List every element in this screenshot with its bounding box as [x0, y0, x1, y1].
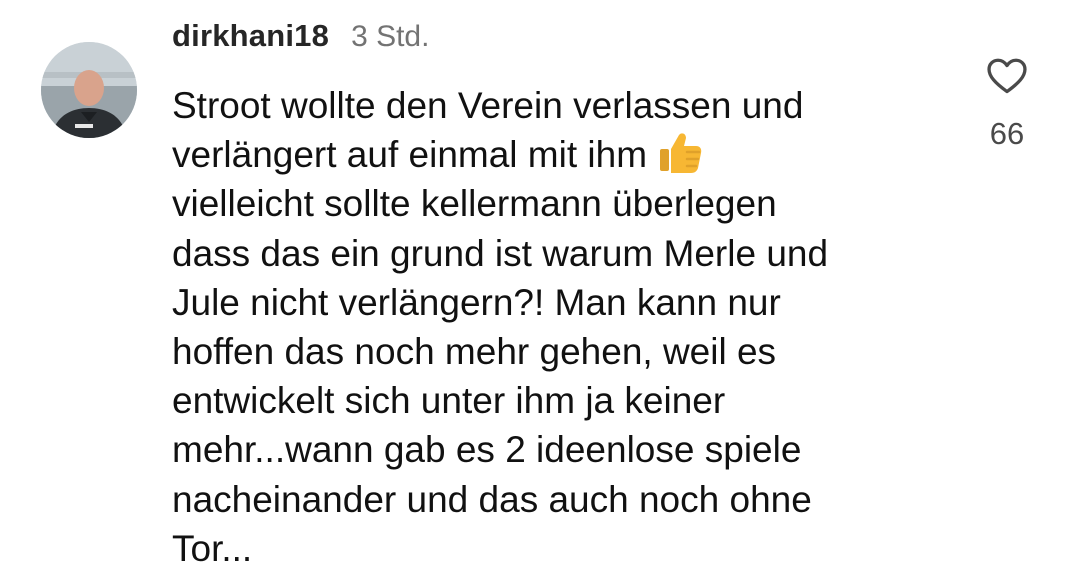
avatar-photo: [41, 42, 137, 138]
timestamp: 3 Std.: [351, 20, 430, 53]
heart-outline-icon[interactable]: [985, 54, 1029, 98]
comment-line-with-emoji: verlängert auf einmal mit ihm: [172, 130, 952, 179]
comment-line: Stroot wollte den Verein verlassen und: [172, 85, 804, 126]
like-section: 66: [976, 54, 1038, 152]
avatar[interactable]: [41, 42, 137, 138]
comment-line: verlängert auf einmal mit ihm: [172, 134, 648, 176]
username[interactable]: dirkhani18: [172, 18, 329, 54]
comment-line: Jule nicht verlängern?! Man kann nur: [172, 281, 781, 323]
comment-line: mehr...wann gab es 2 ideenlose spiele: [172, 429, 802, 471]
comment-line: Tor...: [172, 527, 253, 569]
comment-line: hoffen das noch mehr gehen, weil es: [172, 331, 777, 373]
comment-text: Stroot wollte den Verein verlassen und v…: [172, 81, 952, 573]
comment-item: dirkhani18 3 Std. Stroot wollte den Vere…: [0, 0, 1080, 578]
comment-line: dass das ein grund ist warum Merle und: [172, 232, 829, 274]
comment-header: dirkhani18 3 Std.: [172, 18, 429, 62]
like-count: 66: [989, 116, 1025, 151]
comment-line: vielleicht sollte kellermann überlegen: [172, 183, 777, 225]
thumbs-up-icon: [657, 131, 703, 175]
comment-line: entwickelt sich unter ihm ja keiner: [172, 380, 726, 422]
comment-line: nacheinander und das auch noch ohne: [172, 478, 812, 520]
